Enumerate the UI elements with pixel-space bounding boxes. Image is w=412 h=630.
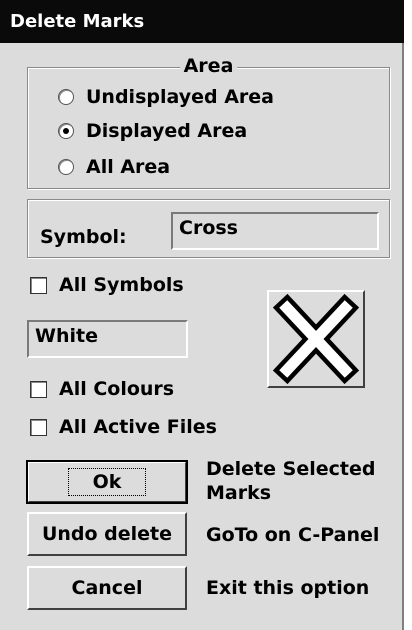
symbol-label: Symbol: [40,226,127,248]
ok-button-label: Ok [67,468,147,496]
cross-marker-icon [272,293,360,385]
area-group-legend: Area [179,55,238,77]
radio-label: All Area [86,156,171,178]
ok-description-line1: Delete Selected [206,458,376,480]
all-active-files-checkbox[interactable] [30,418,47,436]
radio-button[interactable] [58,89,74,105]
undo-delete-button[interactable]: Undo delete [27,512,187,556]
all-active-files-label: All Active Files [59,416,217,438]
all-symbols-checkbox[interactable] [30,276,47,294]
symbol-preview [267,290,365,388]
ok-button[interactable]: Ok [26,460,188,504]
ok-description: Delete Selected Marks [206,457,375,505]
undo-description: GoTo on C-Panel [206,524,380,546]
delete-marks-dialog: Delete Marks Area Undisplayed Area Displ… [0,0,404,630]
all-symbols-checkbox-row[interactable]: All Symbols [30,272,184,298]
all-colours-checkbox[interactable] [30,380,47,398]
all-colours-label: All Colours [59,378,175,400]
symbol-field[interactable]: Cross [171,212,379,250]
cancel-button[interactable]: Cancel [27,566,187,610]
all-active-files-checkbox-row[interactable]: All Active Files [30,414,217,440]
title-bar: Delete Marks [0,0,404,43]
ok-description-line2: Marks [206,482,272,504]
area-group: Area Undisplayed Area Displayed Area All… [27,55,390,189]
radio-button[interactable] [58,123,74,139]
undo-delete-label: Undo delete [41,523,173,545]
window-title: Delete Marks [10,11,145,32]
symbol-group: Symbol: Cross [27,199,390,258]
radio-displayed-area[interactable]: Displayed Area [58,116,247,146]
all-colours-checkbox-row[interactable]: All Colours [30,376,174,402]
colour-field[interactable]: White [27,320,188,358]
all-symbols-label: All Symbols [59,274,184,296]
cancel-description: Exit this option [206,577,370,599]
radio-label: Undisplayed Area [86,86,274,108]
cancel-label: Cancel [71,577,143,599]
radio-all-area[interactable]: All Area [58,152,170,182]
radio-undisplayed-area[interactable]: Undisplayed Area [58,82,274,112]
radio-button[interactable] [58,159,74,175]
radio-label: Displayed Area [86,120,248,142]
